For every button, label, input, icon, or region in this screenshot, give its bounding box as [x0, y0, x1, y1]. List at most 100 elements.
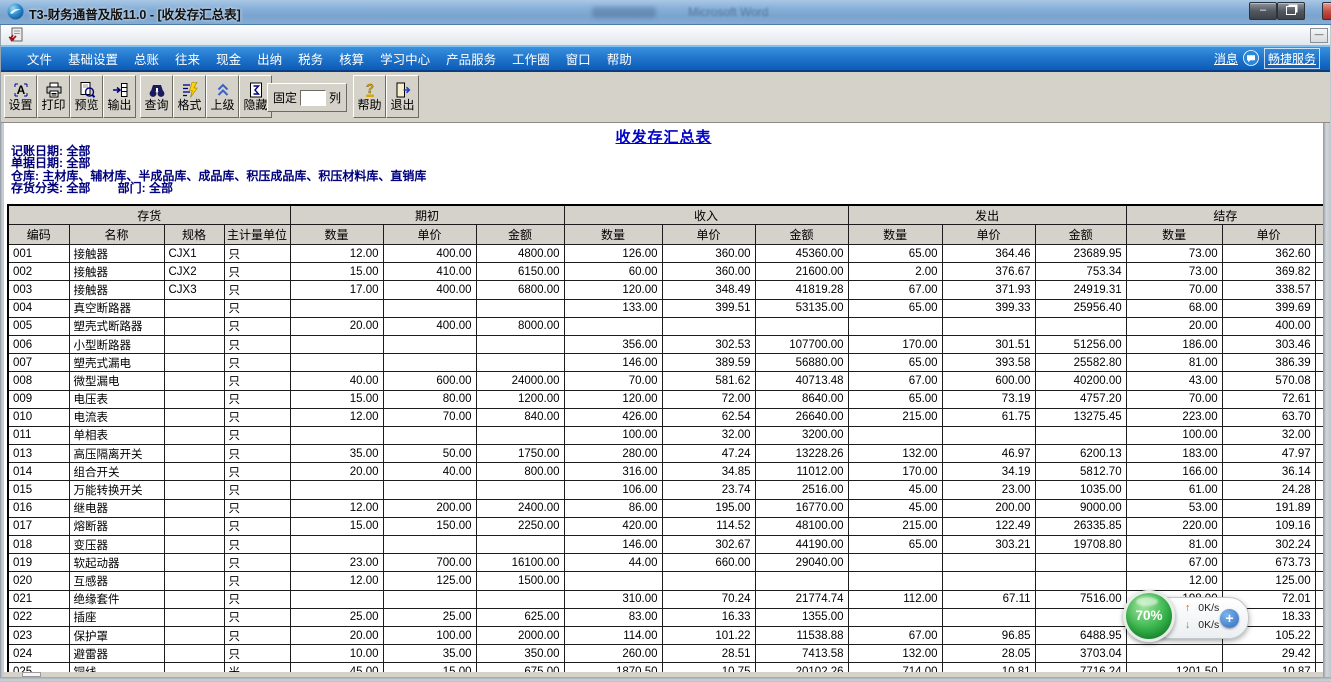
child-minimize-button[interactable]: — [1310, 28, 1328, 43]
cell-in-price: 16.33 [662, 608, 755, 626]
menu-item-4[interactable]: 现金 [208, 49, 249, 68]
table-row[interactable]: 010电流表只12.0070.00840.00426.0062.5426640.… [8, 408, 1323, 426]
table-row[interactable]: 007塑壳式漏电只146.00389.5956880.0065.00393.58… [8, 354, 1323, 372]
binoculars-button[interactable]: 查询 [140, 75, 173, 118]
cell-spec [164, 572, 224, 590]
menu-item-1[interactable]: 基础设置 [60, 49, 126, 68]
cell-begin-price [383, 481, 476, 499]
cell-name: 塑壳式断路器 [69, 317, 164, 335]
table-row[interactable]: 014组合开关只20.0040.00800.00316.0034.8511012… [8, 463, 1323, 481]
report-filters: 记账日期: 全部单据日期: 全部仓库: 主材库、辅材库、半成品库、成品库、积压成… [11, 145, 426, 195]
preview-button[interactable]: 预览 [70, 75, 103, 118]
service-link[interactable]: 畅捷服务 [1264, 48, 1320, 69]
table-row[interactable]: 017熔断器只15.00150.002250.00420.00114.52481… [8, 517, 1323, 535]
format-lightning-button[interactable]: 格式 [173, 75, 206, 118]
menu-item-0[interactable]: 文件 [19, 49, 60, 68]
cell-begin-price: 35.00 [383, 645, 476, 663]
cell-begin-qty [290, 354, 383, 372]
restore-button[interactable] [1277, 2, 1305, 20]
table-row[interactable]: 024避雷器只10.0035.00350.00260.0028.517413.5… [8, 645, 1323, 663]
close-button[interactable] [1322, 2, 1331, 20]
cell-unit: 只 [224, 463, 290, 481]
accelerate-plus-button[interactable]: + [1220, 609, 1239, 628]
menu-item-8[interactable]: 学习中心 [372, 49, 438, 68]
cell-out-amount [1035, 572, 1126, 590]
cell-out-qty: 2.00 [848, 263, 942, 281]
settings-a-button[interactable]: A设置 [4, 75, 37, 118]
table-row[interactable]: 009电压表只15.0080.001200.00120.0072.008640.… [8, 390, 1323, 408]
menu-item-5[interactable]: 出纳 [249, 49, 290, 68]
exit-door-button[interactable]: 退出 [386, 75, 419, 118]
table-row[interactable]: 003接触器CJX3只17.00400.006800.00120.00348.4… [8, 281, 1323, 299]
report-window-icon [8, 27, 24, 43]
menu-item-2[interactable]: 总账 [126, 49, 167, 68]
cell-out-qty: 67.00 [848, 372, 942, 390]
table-row[interactable]: 005塑壳式断路器只20.00400.008000.0020.00400.00 [8, 317, 1323, 335]
cell-code: 015 [8, 481, 69, 499]
cell-out-amount [1035, 608, 1126, 626]
table-row[interactable]: 016继电器只12.00200.002400.0086.00195.001677… [8, 499, 1323, 517]
menu-item-9[interactable]: 产品服务 [438, 49, 504, 68]
table-row[interactable]: 011单相表只100.0032.003200.00100.0032.00 [8, 426, 1323, 444]
column-group-header: 存货 [8, 205, 290, 225]
cell-in-price: 72.00 [662, 390, 755, 408]
cell-unit: 只 [224, 426, 290, 444]
column-header-out-qty: 数量 [848, 225, 942, 245]
report-title: 收发存汇总表 [4, 126, 1323, 147]
cell-in-amount: 11012.00 [755, 463, 848, 481]
cell-bal-price: 24.28 [1222, 481, 1315, 499]
cell-unit: 只 [224, 299, 290, 317]
menu-item-7[interactable]: 核算 [331, 49, 372, 68]
chat-bubble-icon[interactable] [1243, 50, 1259, 66]
up-level-button[interactable]: 上级 [206, 75, 239, 118]
table-row[interactable]: 015万能转换开关只106.0023.742516.0045.0023.0010… [8, 481, 1323, 499]
cell-out-qty: 170.00 [848, 335, 942, 353]
background-window-title: Microsoft Word [688, 5, 768, 19]
cell-name: 互感器 [69, 572, 164, 590]
menu-item-10[interactable]: 工作圈 [504, 49, 558, 68]
menu-item-6[interactable]: 税务 [290, 49, 331, 68]
health-percent-ball[interactable]: 70% [1123, 590, 1175, 642]
table-row[interactable]: 006小型断路器只356.00302.53107700.00170.00301.… [8, 335, 1323, 353]
cell-unit: 只 [224, 517, 290, 535]
table-row[interactable]: 013高压隔离开关只35.0050.001750.00280.0047.2413… [8, 445, 1323, 463]
cell-bal-price: 369.82 [1222, 263, 1315, 281]
svg-text:?: ? [366, 81, 374, 96]
cell-spec: CJX2 [164, 263, 224, 281]
cell-spec [164, 426, 224, 444]
help-key-button[interactable]: ?帮助 [353, 75, 386, 118]
cell-begin-qty: 25.00 [290, 608, 383, 626]
download-arrow-icon: ↓ [1185, 619, 1190, 631]
export-button[interactable]: 输出 [103, 75, 136, 118]
cell-code: 019 [8, 554, 69, 572]
cell-out-price: 61.75 [942, 408, 1035, 426]
cell-out-amount: 23689.95 [1035, 245, 1126, 263]
cell-begin-price [383, 536, 476, 554]
menu-item-3[interactable]: 往来 [167, 49, 208, 68]
cell-in-price: 302.53 [662, 335, 755, 353]
cell-bal-qty: 53.00 [1126, 499, 1222, 517]
cell-out-amount: 25956.40 [1035, 299, 1126, 317]
table-row[interactable]: 019软起动器只23.00700.0016100.0044.00660.0029… [8, 554, 1323, 572]
table-row[interactable]: 002接触器CJX2只15.00410.006150.0060.00360.00… [8, 263, 1323, 281]
menu-item-12[interactable]: 帮助 [599, 49, 640, 68]
cell-out-amount: 9000.00 [1035, 499, 1126, 517]
table-row[interactable]: 008微型漏电只40.00600.0024000.0070.00581.6240… [8, 372, 1323, 390]
messages-link[interactable]: 消息 [1214, 50, 1238, 67]
cell-begin-qty [290, 299, 383, 317]
cell-out-qty: 45.00 [848, 481, 942, 499]
fixed-suffix-label: 列 [329, 89, 341, 106]
printer-button[interactable]: 打印 [37, 75, 70, 118]
fixed-cols-input[interactable] [300, 90, 326, 106]
cell-cutoff [1315, 481, 1323, 499]
table-row[interactable]: 001接触器CJX1只12.00400.004800.00126.00360.0… [8, 245, 1323, 263]
cell-in-price: 360.00 [662, 245, 755, 263]
table-row[interactable]: 018变压器只146.00302.6744190.0065.00303.2119… [8, 536, 1323, 554]
cell-spec [164, 372, 224, 390]
menu-item-11[interactable]: 窗口 [558, 49, 599, 68]
table-row[interactable]: 004真空断路器只133.00399.5153135.0065.00399.33… [8, 299, 1323, 317]
cell-begin-qty: 12.00 [290, 572, 383, 590]
cell-unit: 只 [224, 626, 290, 644]
cell-out-price [942, 317, 1035, 335]
minimize-button[interactable]: – [1249, 2, 1277, 20]
